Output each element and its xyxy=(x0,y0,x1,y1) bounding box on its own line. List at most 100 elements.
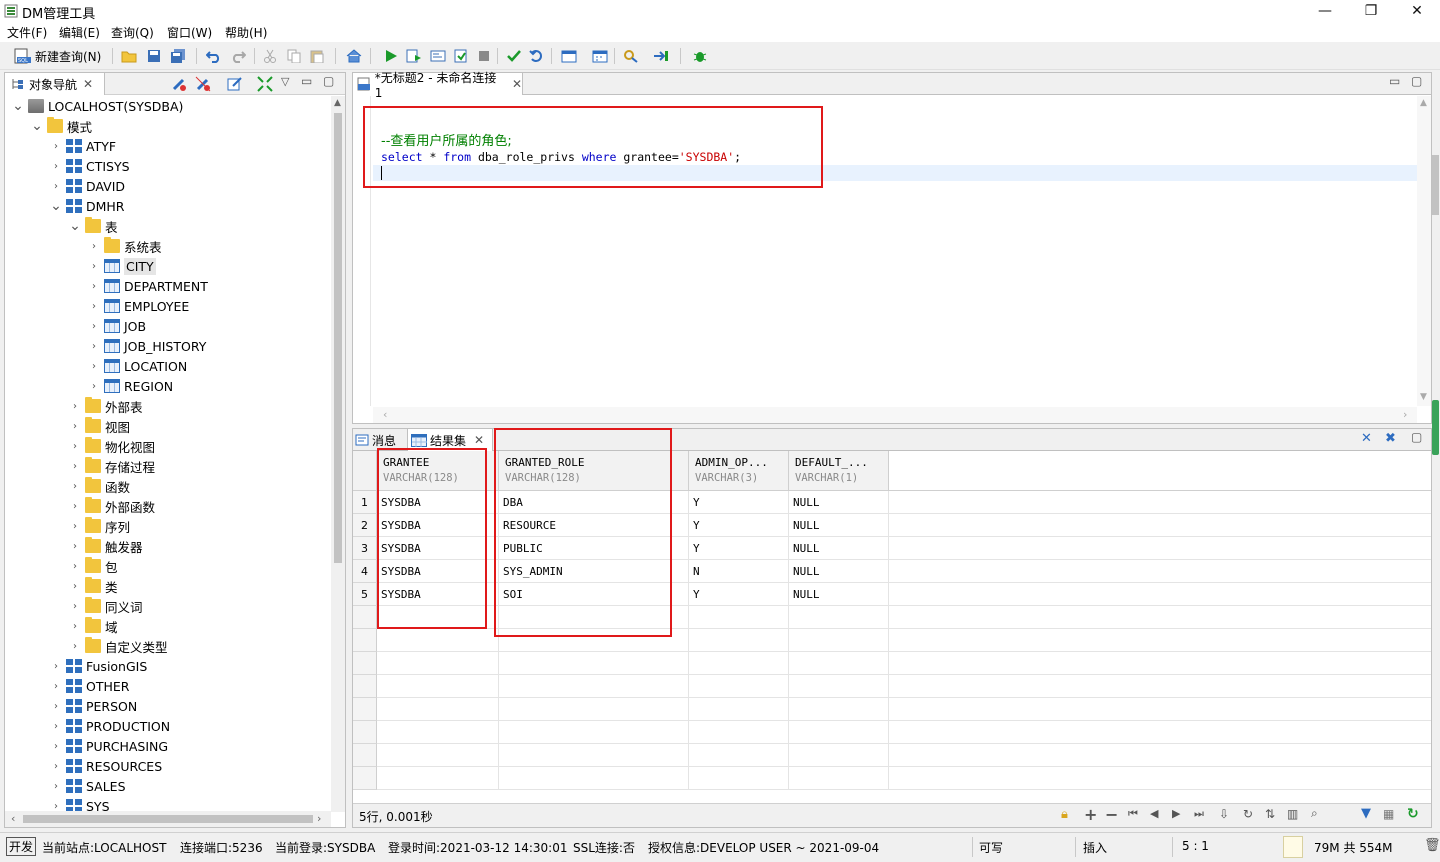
close-tab-icon[interactable]: ✕ xyxy=(83,77,93,91)
grid-cell[interactable]: NULL xyxy=(789,560,889,583)
delete-row-icon[interactable]: − xyxy=(1105,805,1118,824)
last-page-icon[interactable]: ⏭ xyxy=(1194,807,1204,821)
tree-node[interactable]: › 系统表 xyxy=(87,236,162,256)
grid-cell[interactable]: Y xyxy=(689,491,789,514)
bug-icon[interactable] xyxy=(690,46,710,66)
tree-node[interactable]: › 物化视图 xyxy=(68,436,155,456)
expand-chevron-icon[interactable]: › xyxy=(68,461,82,472)
row-number[interactable]: 2 xyxy=(353,514,377,537)
collapse-all-icon[interactable] xyxy=(257,76,273,95)
tree-node[interactable]: › SYS xyxy=(49,796,110,812)
grid-cell[interactable]: SYSDBA xyxy=(377,491,499,514)
row-number[interactable] xyxy=(353,629,377,652)
tree-node[interactable]: › 序列 xyxy=(68,516,130,536)
tree-node[interactable]: › REGION xyxy=(87,376,173,396)
grid-cell[interactable] xyxy=(689,629,789,652)
commit-icon[interactable] xyxy=(504,46,524,66)
first-page-icon[interactable]: ⏮ xyxy=(1128,807,1138,821)
menu-help[interactable]: 帮助(H) xyxy=(225,24,267,41)
expand-chevron-icon[interactable]: › xyxy=(68,501,82,512)
scrollbar-thumb[interactable] xyxy=(23,815,313,823)
grid-cell[interactable] xyxy=(889,491,1431,514)
tree-node[interactable]: › EMPLOYEE xyxy=(87,296,189,316)
collapse-chevron-icon[interactable]: ⌄ xyxy=(68,219,82,233)
execute-plan-icon[interactable] xyxy=(451,46,471,66)
open-folder-icon[interactable] xyxy=(119,46,139,66)
expand-chevron-icon[interactable]: › xyxy=(49,721,63,732)
filter-icon[interactable]: ▼ xyxy=(1361,806,1371,821)
refresh-icon[interactable]: ↻ xyxy=(1407,806,1419,822)
tree-vertical-scrollbar[interactable]: ▲ xyxy=(331,96,345,812)
grid-cell[interactable]: NULL xyxy=(789,491,889,514)
grid-cell[interactable] xyxy=(789,675,889,698)
tree-node[interactable]: › 外部函数 xyxy=(68,496,155,516)
grid-cell[interactable] xyxy=(377,675,499,698)
tree-node[interactable]: › 存储过程 xyxy=(68,456,155,476)
grid-cell[interactable] xyxy=(377,652,499,675)
maximize-panel-icon[interactable]: ▢ xyxy=(323,74,334,88)
menu-edit[interactable]: 编辑(E) xyxy=(59,24,100,41)
view-menu-icon[interactable]: ▽ xyxy=(281,75,289,88)
expand-chevron-icon[interactable]: › xyxy=(68,641,82,652)
tree-node[interactable]: › PERSON xyxy=(49,696,137,716)
grid-cell[interactable] xyxy=(689,606,789,629)
grid-cell[interactable]: NULL xyxy=(789,514,889,537)
grid-cell[interactable] xyxy=(889,698,1431,721)
grid-cell[interactable] xyxy=(789,767,889,790)
expand-chevron-icon[interactable]: › xyxy=(49,741,63,752)
grid-cell[interactable] xyxy=(789,698,889,721)
editor-horizontal-scrollbar[interactable]: ‹ › xyxy=(373,407,1417,423)
maximize-panel-icon[interactable]: ▢ xyxy=(1411,74,1422,88)
grid-cell[interactable] xyxy=(889,721,1431,744)
tree-horizontal-scrollbar[interactable]: ‹ › xyxy=(5,811,331,827)
grid-cell[interactable] xyxy=(377,744,499,767)
tree-node[interactable]: › JOB_HISTORY xyxy=(87,336,206,356)
grid-cell[interactable] xyxy=(377,606,499,629)
grid-cell[interactable]: RESOURCE xyxy=(499,514,689,537)
grid-cell[interactable] xyxy=(499,744,689,767)
close-result-icon[interactable]: ✕ xyxy=(1361,431,1372,446)
debug-search-icon[interactable] xyxy=(621,46,641,66)
row-number[interactable]: 3 xyxy=(353,537,377,560)
tree-node[interactable]: › 类 xyxy=(68,576,118,596)
expand-chevron-icon[interactable]: › xyxy=(87,261,101,272)
tree-node[interactable]: › OTHER xyxy=(49,676,129,696)
grid-cell[interactable] xyxy=(889,583,1431,606)
stop-icon[interactable] xyxy=(474,46,494,66)
grid-cell[interactable]: PUBLIC xyxy=(499,537,689,560)
tree-node[interactable]: › 域 xyxy=(68,616,118,636)
calendar-icon[interactable] xyxy=(559,46,579,66)
save-icon[interactable] xyxy=(144,46,164,66)
grid-cell[interactable] xyxy=(889,537,1431,560)
tree-node[interactable]: › PURCHASING xyxy=(49,736,168,756)
grid-cell[interactable] xyxy=(377,767,499,790)
expand-chevron-icon[interactable]: › xyxy=(68,521,82,532)
tree-node[interactable]: › CITY xyxy=(87,256,156,276)
grid-cell[interactable] xyxy=(499,698,689,721)
grid-cell[interactable] xyxy=(499,767,689,790)
expand-chevron-icon[interactable]: › xyxy=(68,601,82,612)
grid-cell[interactable]: SYSDBA xyxy=(377,583,499,606)
collapse-chevron-icon[interactable]: ⌄ xyxy=(49,199,63,213)
grid-cell[interactable]: SYSDBA xyxy=(377,560,499,583)
expand-chevron-icon[interactable]: › xyxy=(87,281,101,292)
row-number[interactable] xyxy=(353,744,377,767)
columns-icon[interactable]: ▥ xyxy=(1287,807,1298,821)
menu-query[interactable]: 查询(Q) xyxy=(111,24,154,41)
close-tab-icon[interactable]: ✕ xyxy=(474,433,484,447)
tree-node[interactable]: › 自定义类型 xyxy=(68,636,168,656)
expand-chevron-icon[interactable]: › xyxy=(49,141,63,152)
redo-icon[interactable] xyxy=(228,46,248,66)
tree-node[interactable]: › 同义词 xyxy=(68,596,143,616)
save-all-icon[interactable] xyxy=(168,46,188,66)
row-number[interactable] xyxy=(353,606,377,629)
scrollbar-thumb[interactable] xyxy=(334,113,342,563)
column-header-grantee[interactable]: GRANTEE VARCHAR(128) xyxy=(377,451,499,491)
tab-sql-editor[interactable]: *无标题2 - 未命名连接1 ✕ xyxy=(353,71,523,100)
tree-node[interactable]: › JOB xyxy=(87,316,146,336)
grid-cell[interactable]: SOI xyxy=(499,583,689,606)
row-number[interactable] xyxy=(353,721,377,744)
grid-cell[interactable]: NULL xyxy=(789,583,889,606)
row-number[interactable]: 4 xyxy=(353,560,377,583)
rollback-icon[interactable] xyxy=(527,46,547,66)
